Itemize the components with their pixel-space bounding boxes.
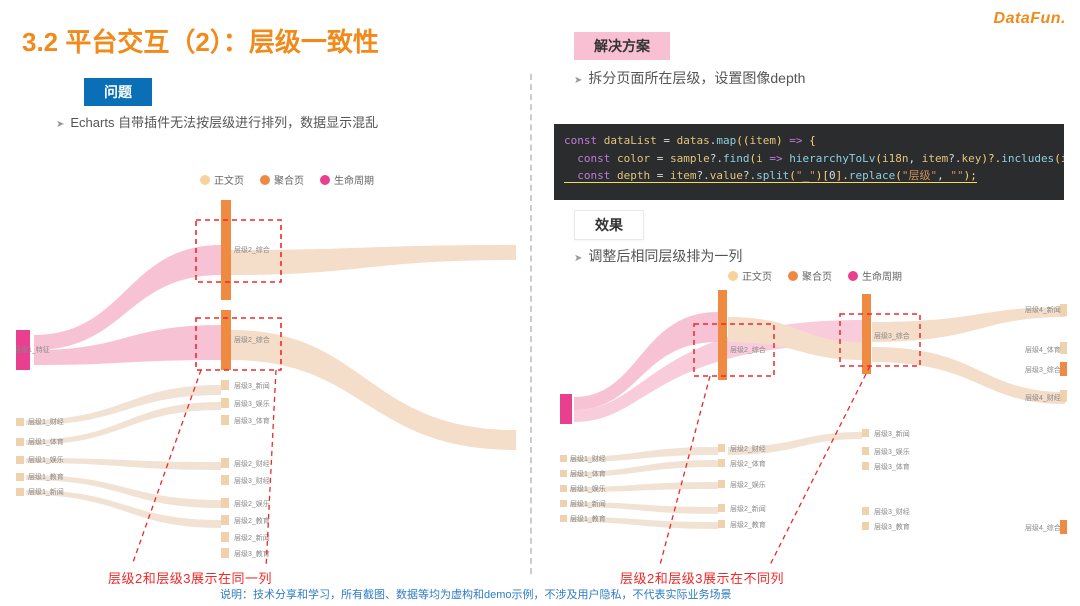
bullet-effect: 调整后相同层级排为一列 [574, 246, 742, 266]
svg-text:层级2_教育: 层级2_教育 [730, 520, 766, 529]
bullet-problem: Echarts 自带插件无法按层级进行排列，数据显示混乱 [56, 112, 378, 131]
section-label-effect: 效果 [574, 210, 644, 240]
svg-text:层级2_体育: 层级2_体育 [730, 459, 766, 468]
svg-text:层级1_教育: 层级1_教育 [570, 514, 606, 523]
legend-dot-icon [848, 271, 858, 281]
caption-effect: 层级2和层级3展示在不同列 [620, 568, 784, 587]
section-label-solution: 解决方案 [574, 32, 670, 60]
svg-text:层级2_新闻: 层级2_新闻 [234, 533, 270, 542]
section-label-problem: 问题 [84, 78, 152, 106]
svg-text:层级3_体育: 层级3_体育 [874, 462, 910, 471]
svg-text:层级3_综合: 层级3_综合 [1025, 365, 1061, 374]
svg-text:层级2_财经: 层级2_财经 [730, 444, 766, 453]
svg-text:层级2_综合: 层级2_综合 [730, 345, 766, 354]
svg-text:层级2_综合: 层级2_综合 [234, 335, 270, 344]
svg-text:层级1_教育: 层级1_教育 [28, 472, 64, 481]
brand-logo: DataFun. [994, 10, 1066, 28]
svg-text:层级3_财经: 层级3_财经 [874, 507, 910, 516]
svg-text:层级1_体育: 层级1_体育 [28, 437, 64, 446]
svg-text:层级1_体育: 层级1_体育 [570, 469, 606, 478]
sankey-chart-effect: 层级2_综合 层级2_财经 层级2_体育 层级2_娱乐 层级2_新闻 层级2_教… [560, 282, 1070, 567]
svg-text:层级4_综合: 层级4_综合 [1025, 523, 1061, 532]
svg-text:层级2_新闻: 层级2_新闻 [730, 504, 766, 513]
svg-text:层级1_特征: 层级1_特征 [16, 345, 50, 354]
svg-text:层级3_娱乐: 层级3_娱乐 [874, 447, 910, 456]
svg-text:层级3_综合: 层级3_综合 [874, 331, 910, 340]
column-divider [530, 74, 532, 574]
svg-text:层级1_新闻: 层级1_新闻 [570, 499, 606, 508]
legend-dot-icon [200, 175, 210, 185]
svg-text:层级1_娱乐: 层级1_娱乐 [570, 484, 606, 493]
svg-text:层级3_体育: 层级3_体育 [234, 416, 270, 425]
svg-text:层级2_娱乐: 层级2_娱乐 [234, 499, 270, 508]
svg-text:层级3_教育: 层级3_教育 [234, 549, 270, 558]
svg-text:层级3_新闻: 层级3_新闻 [874, 429, 910, 438]
svg-text:层级4_新闻: 层级4_新闻 [1025, 305, 1061, 314]
bullet-solution: 拆分页面所在层级，设置图像depth [574, 68, 805, 88]
legend-dot-icon [728, 271, 738, 281]
chart-legend-left: 正文页 聚合页 生命周期 [200, 172, 374, 187]
legend-dot-icon [788, 271, 798, 281]
chart-legend-right: 正文页 聚合页 生命周期 [728, 268, 902, 283]
svg-text:层级3_娱乐: 层级3_娱乐 [234, 399, 270, 408]
disclaimer-text: 说明：技术分享和学习，所有截图、数据等均为虚构和demo示例，不涉及用户隐私，不… [220, 586, 732, 602]
caption-problem: 层级2和层级3展示在同一列 [108, 568, 272, 587]
svg-text:层级2_综合: 层级2_综合 [234, 245, 270, 254]
svg-text:层级1_财经: 层级1_财经 [28, 417, 64, 426]
page-title: 3.2 平台交互（2）：层级一致性 [22, 22, 379, 59]
svg-text:层级3_财经: 层级3_财经 [234, 476, 270, 485]
svg-text:层级1_新闻: 层级1_新闻 [28, 487, 64, 496]
svg-text:层级2_娱乐: 层级2_娱乐 [730, 480, 766, 489]
svg-text:层级3_教育: 层级3_教育 [874, 522, 910, 531]
svg-text:层级1_娱乐: 层级1_娱乐 [28, 455, 64, 464]
svg-text:层级2_教育: 层级2_教育 [234, 516, 270, 525]
svg-text:层级2_财经: 层级2_财经 [234, 459, 270, 468]
svg-text:层级3_新闻: 层级3_新闻 [234, 381, 270, 390]
sankey-chart-problem: 层级2_综合 层级2_综合 层级3_新闻 层级3_娱乐 层级3_体育 层级2_财… [16, 190, 516, 565]
svg-text:层级4_财经: 层级4_财经 [1025, 393, 1061, 402]
legend-dot-icon [320, 175, 330, 185]
svg-text:层级4_体育: 层级4_体育 [1025, 345, 1061, 354]
svg-text:层级1_财经: 层级1_财经 [570, 454, 606, 463]
legend-dot-icon [260, 175, 270, 185]
code-snippet: const dataList = datas.map((item) => { c… [554, 124, 1064, 200]
